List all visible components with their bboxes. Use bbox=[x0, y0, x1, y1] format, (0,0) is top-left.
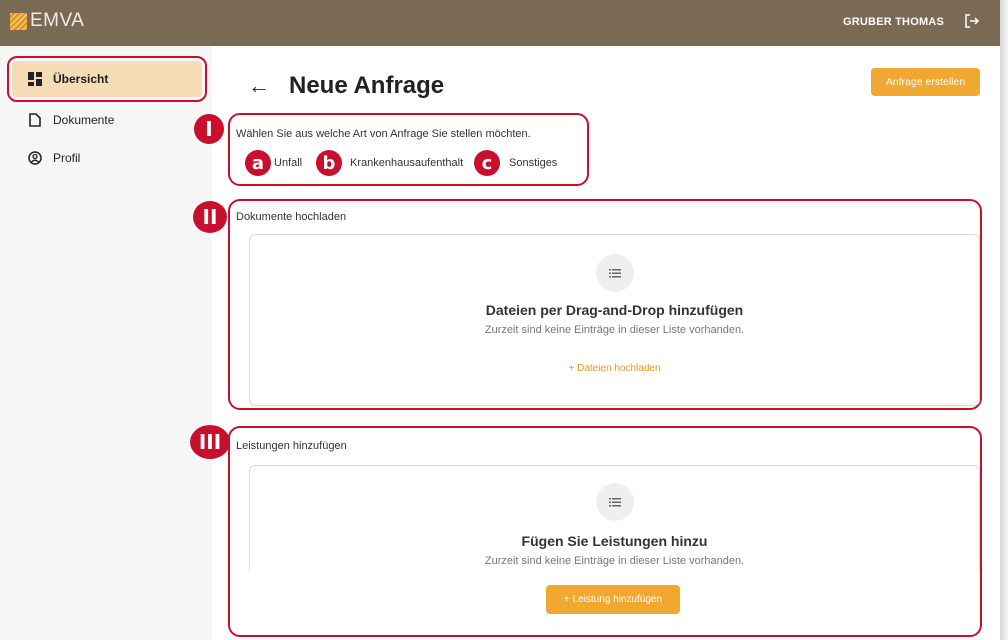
list-icon bbox=[596, 483, 634, 521]
option-sonstiges[interactable]: Sonstiges bbox=[509, 157, 557, 169]
annotation-marker-a: a bbox=[245, 150, 271, 176]
document-dropzone[interactable]: Dateien per Drag-and-Drop hinzufügen Zur… bbox=[249, 234, 980, 406]
services-section-title: Leistungen hinzufügen bbox=[236, 440, 347, 452]
window-edge bbox=[1000, 0, 1008, 640]
logo-mark-icon bbox=[10, 12, 27, 30]
annotation-marker-c: c bbox=[474, 150, 500, 176]
services-empty-title: Fügen Sie Leistungen hinzu bbox=[521, 533, 708, 549]
create-request-button[interactable]: Anfrage erstellen bbox=[871, 68, 980, 96]
add-service-button[interactable]: + Leistung hinzufügen bbox=[546, 585, 680, 614]
annotation-marker-b: b bbox=[316, 150, 342, 176]
page-title: Neue Anfrage bbox=[289, 72, 445, 99]
logout-icon[interactable] bbox=[964, 13, 980, 29]
user-name[interactable]: GRUBER THOMAS bbox=[843, 16, 944, 28]
sidebar-item-label: Profil bbox=[53, 151, 81, 165]
profile-icon bbox=[28, 151, 42, 165]
annotation-marker-3: III bbox=[190, 425, 230, 459]
services-empty-subtitle: Zurzeit sind keine Einträge in dieser Li… bbox=[484, 555, 745, 567]
annotation-box-section-1 bbox=[228, 113, 589, 186]
document-icon bbox=[28, 113, 42, 127]
option-krankenhausaufenthalt[interactable]: Krankenhausaufenthalt bbox=[350, 157, 463, 169]
annotation-marker-1: I bbox=[194, 114, 224, 144]
annotation-highlight-sidebar bbox=[7, 56, 207, 102]
back-arrow-icon[interactable]: ← bbox=[248, 72, 270, 100]
request-type-prompt: Wählen Sie aus welche Art von Anfrage Si… bbox=[236, 128, 531, 140]
documents-section-title: Dokumente hochladen bbox=[236, 211, 347, 223]
sidebar-item-label: Dokumente bbox=[53, 113, 115, 127]
sidebar-item-dokumente[interactable]: Dokumente bbox=[12, 102, 202, 138]
logo-text: EMVA bbox=[30, 10, 85, 31]
sidebar-item-profil[interactable]: Profil bbox=[12, 140, 202, 176]
list-icon bbox=[596, 254, 634, 292]
annotation-marker-2: II bbox=[193, 201, 227, 233]
dropzone-subtitle: Zurzeit sind keine Einträge in dieser Li… bbox=[484, 324, 745, 336]
dropzone-title: Dateien per Drag-and-Drop hinzufügen bbox=[485, 302, 744, 318]
top-bar: EMVA GRUBER THOMAS bbox=[0, 0, 1000, 46]
upload-files-link[interactable]: + Dateien hochladen bbox=[250, 363, 979, 374]
services-list: Fügen Sie Leistungen hinzu Zurzeit sind … bbox=[249, 465, 980, 571]
logo[interactable]: EMVA bbox=[10, 10, 84, 32]
option-unfall[interactable]: Unfall bbox=[274, 157, 302, 169]
